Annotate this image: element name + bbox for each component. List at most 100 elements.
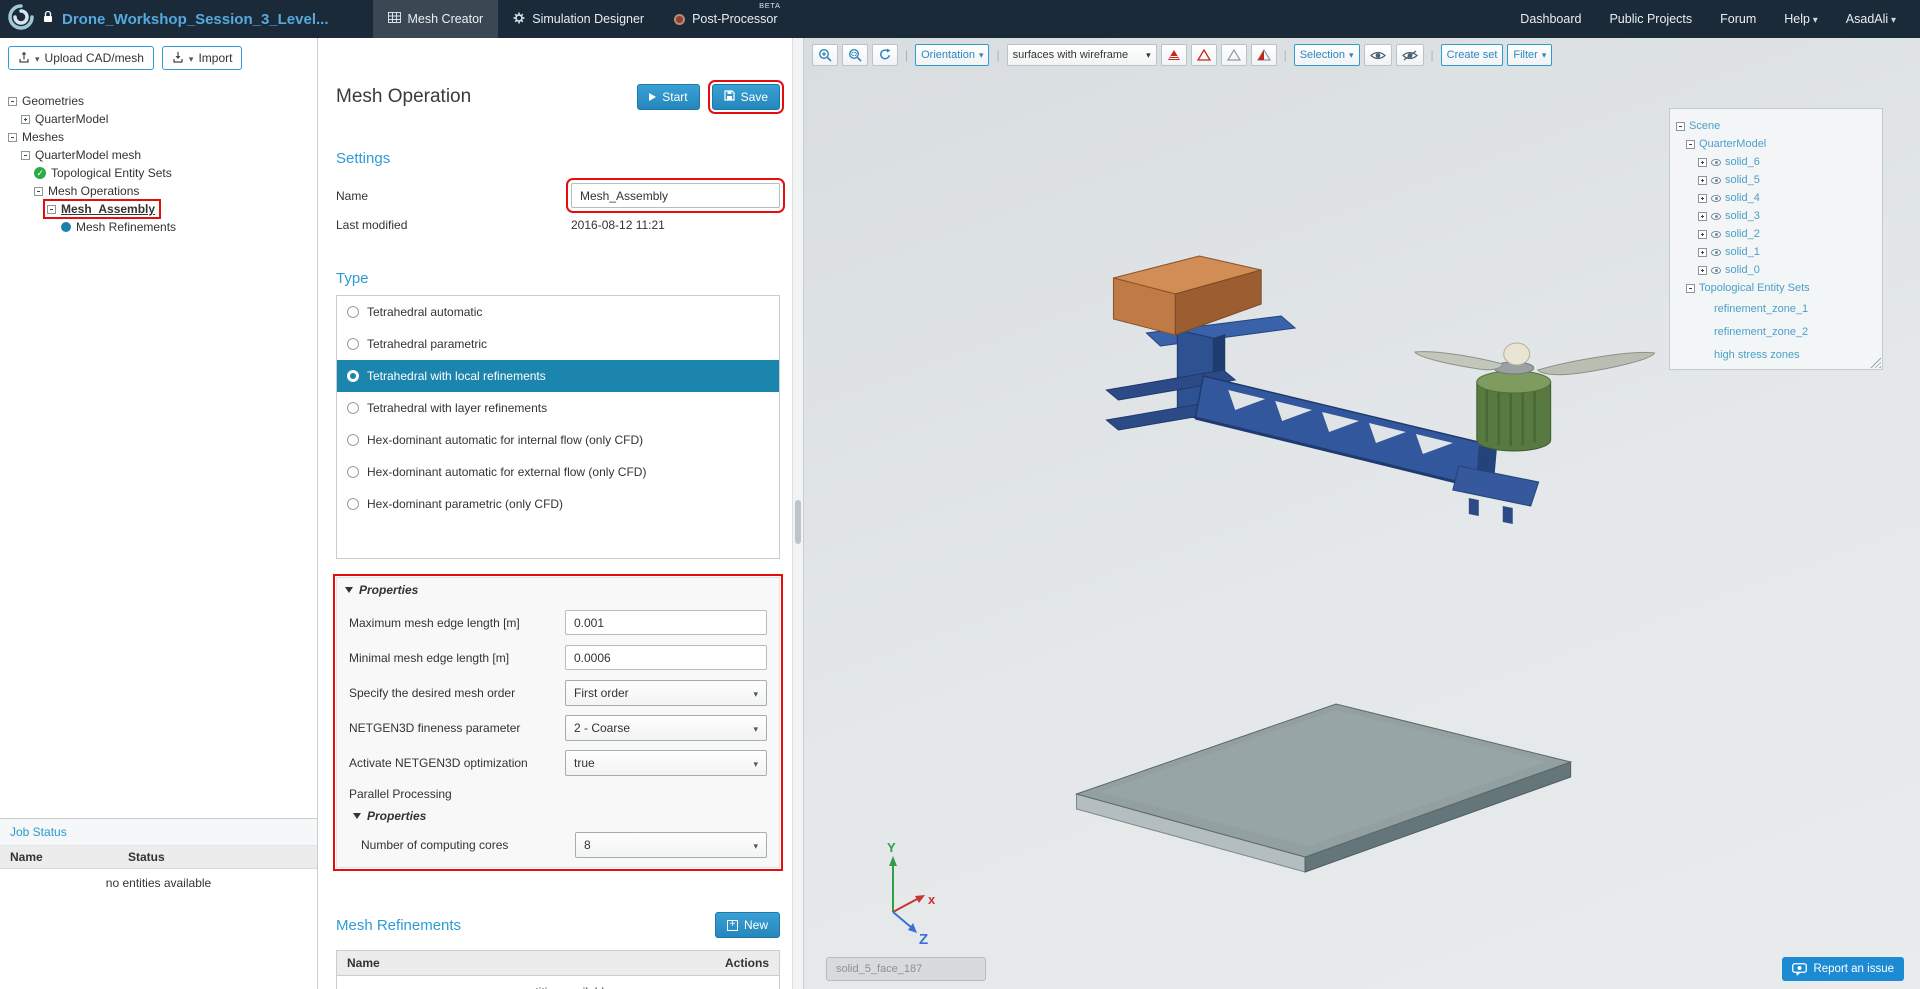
render-mode-select[interactable]: surfaces with wireframe — [1006, 44, 1157, 66]
toolbar-separator: | — [905, 48, 909, 62]
mesh-type-option-tet-automatic[interactable]: Tetrahedral automatic — [337, 296, 779, 328]
create-set-button[interactable]: Create set — [1440, 44, 1504, 66]
show-selected-button[interactable] — [1363, 44, 1392, 66]
tree-item-meshes[interactable]: Meshes — [8, 128, 317, 146]
mesh-gray-button[interactable] — [1220, 44, 1247, 66]
tree-item-mesh-assembly[interactable]: Mesh_Assembly — [8, 199, 317, 219]
tree-item-quartermodel-mesh[interactable]: QuarterModel mesh — [8, 146, 317, 164]
mesh-type-option-tet-layer-refinements[interactable]: Tetrahedral with layer refinements — [337, 392, 779, 424]
tree-item-quartermodel[interactable]: QuarterModel — [8, 110, 317, 128]
scene-tree-item-scene[interactable]: Scene — [1670, 117, 1882, 135]
collapse-icon[interactable] — [1676, 121, 1685, 131]
mesh-order-select[interactable]: First order — [565, 679, 767, 706]
tree-item-mesh-operations[interactable]: Mesh Operations — [8, 182, 317, 200]
collapse-icon[interactable] — [8, 132, 17, 142]
nav-dashboard[interactable]: Dashboard — [1520, 12, 1581, 26]
mesh-outline-button[interactable] — [1190, 44, 1217, 66]
visibility-eye-icon[interactable] — [1711, 212, 1721, 220]
scene-tree-item-quartermodel[interactable]: QuarterModel — [1670, 135, 1882, 153]
report-issue-button[interactable]: Report an issue — [1782, 957, 1904, 981]
scene-tree-item-solid-4[interactable]: solid_4 — [1670, 189, 1882, 207]
collapse-icon[interactable] — [21, 150, 30, 160]
scrollbar-thumb[interactable] — [795, 500, 801, 544]
expand-icon[interactable] — [1698, 193, 1707, 203]
scene-tree-item-solid-3[interactable]: solid_3 — [1670, 207, 1882, 225]
fineness-select[interactable]: 2 - Coarse — [565, 714, 767, 741]
scene-tree-item-solid-6[interactable]: solid_6 — [1670, 153, 1882, 171]
tab-mesh-creator[interactable]: Mesh Creator — [372, 0, 499, 38]
scene-tree-item-refinement-zone-2[interactable]: refinement_zone_2 — [1670, 320, 1882, 343]
hide-selected-button[interactable] — [1395, 44, 1424, 66]
expand-icon[interactable] — [21, 114, 30, 124]
nav-public-projects[interactable]: Public Projects — [1609, 12, 1692, 26]
max-edge-length-input[interactable] — [565, 610, 767, 635]
visibility-eye-icon[interactable] — [1711, 248, 1721, 256]
scene-tree-item-solid-0[interactable]: solid_0 — [1670, 261, 1882, 279]
expand-icon[interactable] — [1698, 265, 1707, 275]
expand-icon[interactable] — [1698, 175, 1707, 185]
zoom-window-button[interactable] — [842, 44, 868, 66]
simscale-logo[interactable] — [8, 3, 34, 35]
mesh-type-option-tet-parametric[interactable]: Tetrahedral parametric — [337, 328, 779, 360]
eye-icon — [1369, 51, 1386, 59]
column-actions: Actions — [724, 956, 769, 970]
filter-button[interactable]: Filter — [1507, 44, 1553, 66]
start-button[interactable]: Start — [637, 84, 700, 110]
import-button[interactable]: Import — [161, 46, 243, 70]
selection-button[interactable]: Selection — [1293, 44, 1360, 66]
scene-tree-item-solid-2[interactable]: solid_2 — [1670, 225, 1882, 243]
new-refinement-button[interactable]: New — [714, 912, 780, 938]
expand-icon[interactable] — [1698, 229, 1707, 239]
mesh-type-option-tet-local-refinements[interactable]: Tetrahedral with local refinements — [337, 360, 779, 392]
properties-heading[interactable]: Properties — [337, 578, 779, 602]
collapse-icon[interactable] — [34, 186, 43, 196]
eye-slash-icon — [1401, 49, 1418, 61]
zoom-window-icon — [848, 48, 862, 62]
base-plate-model[interactable] — [1074, 703, 1573, 873]
tree-item-geometries[interactable]: Geometries — [8, 92, 317, 110]
optimization-select[interactable]: true — [565, 749, 767, 776]
tab-post-processor[interactable]: BETA Post-Processor — [659, 0, 792, 38]
expand-icon[interactable] — [1698, 157, 1707, 167]
scene-tree-item-solid-1[interactable]: solid_1 — [1670, 243, 1882, 261]
drone-arm-model[interactable] — [1105, 255, 1656, 524]
visibility-eye-icon[interactable] — [1711, 266, 1721, 274]
upload-cad-button[interactable]: Upload CAD/mesh — [8, 46, 154, 70]
zoom-in-button[interactable] — [812, 44, 838, 66]
collapse-icon[interactable] — [47, 204, 56, 214]
visibility-eye-icon[interactable] — [1711, 158, 1721, 166]
tree-item-mesh-refinements[interactable]: Mesh Refinements — [8, 218, 317, 236]
computing-cores-select[interactable]: 8 — [575, 832, 767, 858]
collapse-icon[interactable] — [1686, 283, 1695, 293]
nested-properties-heading[interactable]: Properties — [337, 807, 779, 825]
visibility-eye-icon[interactable] — [1711, 230, 1721, 238]
name-input[interactable] — [566, 178, 785, 213]
collapse-icon[interactable] — [8, 96, 17, 106]
mesh-type-option-hex-external[interactable]: Hex-dominant automatic for external flow… — [337, 456, 779, 488]
tab-simulation-designer[interactable]: Simulation Designer — [498, 0, 659, 38]
viewport-3d[interactable]: | Orientation | surfaces with wireframe — [804, 38, 1920, 989]
expand-icon[interactable] — [1698, 211, 1707, 221]
nav-help-menu[interactable]: Help — [1784, 12, 1818, 26]
reset-view-button[interactable] — [872, 44, 898, 66]
expand-icon[interactable] — [1698, 247, 1707, 257]
mesh-quality-button[interactable] — [1160, 44, 1187, 66]
visibility-eye-icon[interactable] — [1711, 194, 1721, 202]
visibility-eye-icon[interactable] — [1711, 176, 1721, 184]
nav-user-menu[interactable]: AsadAli — [1846, 12, 1896, 26]
nav-forum[interactable]: Forum — [1720, 12, 1756, 26]
project-title[interactable]: Drone_Workshop_Session_3_Level... — [62, 11, 329, 28]
save-button[interactable]: Save — [707, 80, 785, 114]
mesh-half-button[interactable] — [1250, 44, 1277, 66]
min-edge-length-input[interactable] — [565, 645, 767, 670]
tree-item-topological-entity-sets[interactable]: Topological Entity Sets — [8, 164, 317, 182]
scene-tree-item-refinement-zone-1[interactable]: refinement_zone_1 — [1670, 297, 1882, 320]
scene-tree-item-topological-entity-sets[interactable]: Topological Entity Sets — [1670, 279, 1882, 297]
orientation-button[interactable]: Orientation — [915, 44, 990, 66]
scene-tree-item-solid-5[interactable]: solid_5 — [1670, 171, 1882, 189]
collapse-icon[interactable] — [1686, 139, 1695, 149]
scene-tree-item-high-stress-zones[interactable]: high stress zones — [1670, 343, 1882, 366]
mesh-type-option-hex-parametric[interactable]: Hex-dominant parametric (only CFD) — [337, 488, 779, 520]
panel-scrollbar[interactable] — [792, 38, 804, 989]
mesh-type-option-hex-internal[interactable]: Hex-dominant automatic for internal flow… — [337, 424, 779, 456]
